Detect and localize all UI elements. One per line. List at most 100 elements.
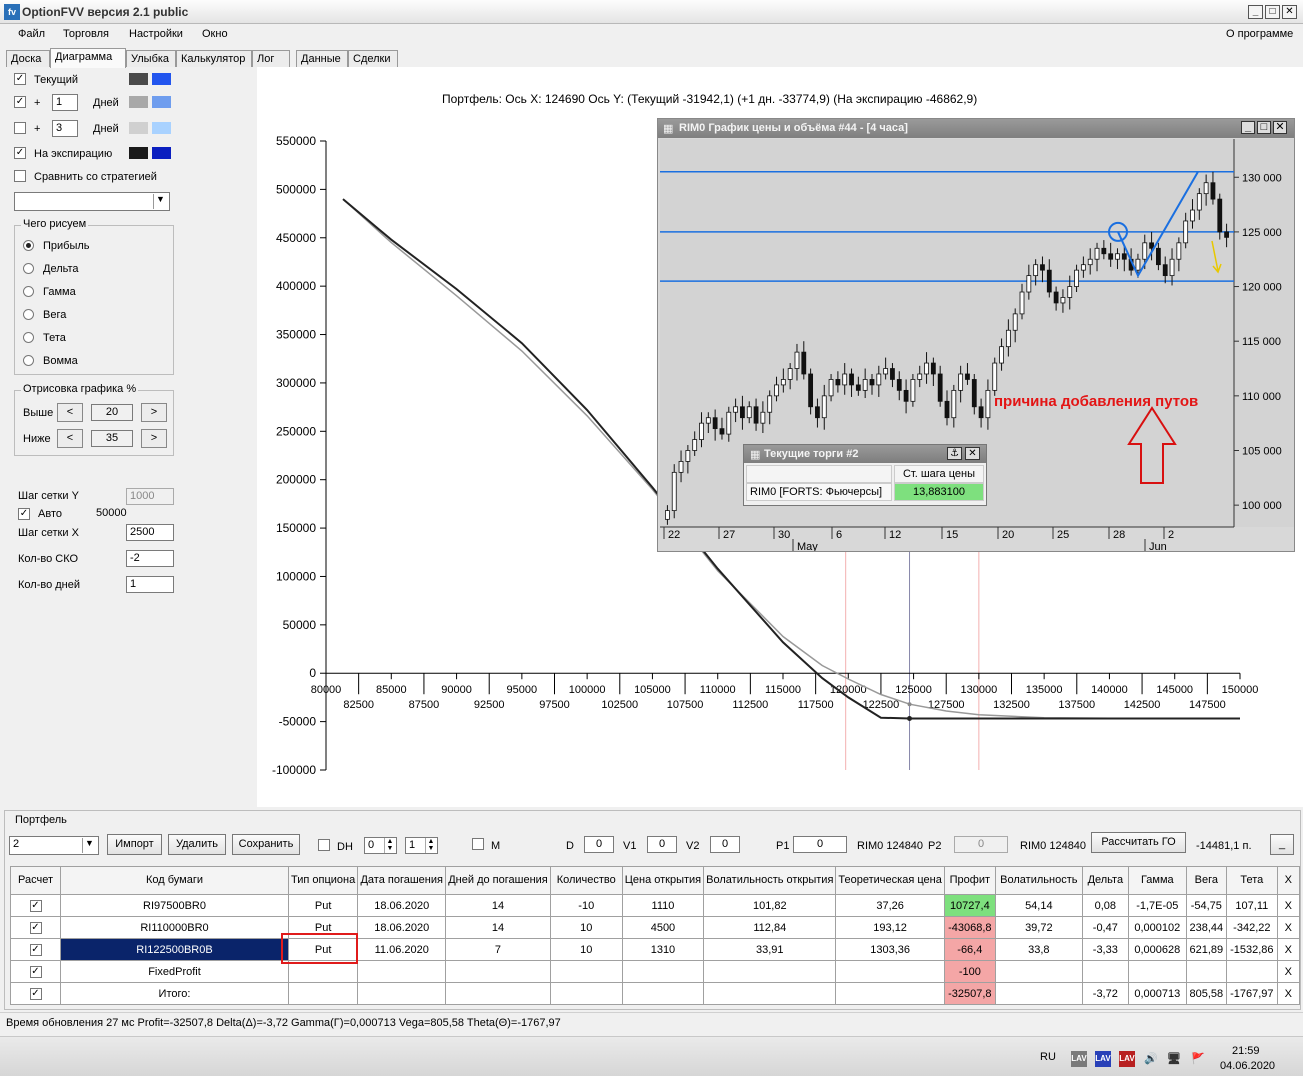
current-trades-titlebar[interactable]: ▦ Текущие торги #2 ⚓ ✕ — [744, 445, 986, 463]
plus1-days-input[interactable]: 1 — [52, 94, 78, 111]
col-open-vol[interactable]: Волатильность открытия — [703, 866, 837, 895]
spin-arrows-icon[interactable]: ▲ ▼ — [425, 838, 436, 853]
portfolio-select[interactable]: 2 ▼ — [9, 836, 99, 855]
col-calc[interactable]: Расчет — [10, 866, 61, 895]
col-expiry-date[interactable]: Дата погашения — [357, 866, 447, 895]
table-row[interactable]: ✓ FixedProfit -100 X — [10, 960, 1300, 983]
row-remove-button[interactable]: X — [1276, 938, 1300, 961]
row-calc-checkbox[interactable]: ✓ — [10, 916, 61, 939]
import-button[interactable]: Импорт — [107, 834, 162, 855]
tab-deals[interactable]: Сделки — [348, 50, 398, 67]
spin-arrows-icon[interactable]: ▲ ▼ — [384, 838, 395, 853]
radio-gamma[interactable] — [23, 286, 34, 297]
lav-tray-icon[interactable]: LAV — [1071, 1051, 1087, 1067]
expiry-checkbox[interactable]: ✓ — [14, 147, 26, 159]
current-checkbox[interactable]: ✓ — [14, 73, 26, 85]
current-trades-popup[interactable]: ▦ Текущие торги #2 ⚓ ✕ Ст. шага цены RIM… — [743, 444, 987, 506]
col-days-left[interactable]: Дней до погашения — [445, 866, 551, 895]
below-input[interactable]: 35 — [91, 430, 133, 447]
save-button[interactable]: Сохранить — [232, 834, 300, 855]
current-color-swatch-2[interactable] — [152, 73, 171, 85]
dh-spin-2[interactable]: 1 ▲ ▼ — [405, 837, 438, 854]
menu-settings[interactable]: Настройки — [129, 28, 183, 40]
row-calc-checkbox[interactable]: ✓ — [10, 894, 61, 917]
lav-tray-icon-3[interactable]: LAV — [1119, 1051, 1135, 1067]
row-calc-checkbox[interactable]: ✓ — [10, 960, 61, 983]
dh-checkbox[interactable] — [318, 839, 330, 851]
below-decrease-button[interactable]: < — [57, 429, 83, 448]
tab-smile[interactable]: Улыбка — [126, 50, 176, 67]
checkbox[interactable]: ✓ — [29, 944, 42, 956]
p1-input[interactable]: 0 — [793, 836, 847, 853]
col-type[interactable]: Тип опциона — [287, 866, 359, 895]
lav-tray-icon-2[interactable]: LAV — [1095, 1051, 1111, 1067]
checkbox[interactable]: ✓ — [29, 966, 42, 978]
plus1-color-swatch[interactable] — [129, 96, 148, 108]
col-profit[interactable]: Профит — [943, 866, 996, 895]
delete-button[interactable]: Удалить — [168, 834, 226, 855]
menu-about[interactable]: О программе — [1226, 28, 1293, 40]
tab-calculator[interactable]: Калькулятор — [176, 50, 252, 67]
grid-x-input[interactable]: 2500 — [126, 524, 174, 541]
current-color-swatch[interactable] — [129, 73, 148, 85]
network-icon[interactable]: 🖥 — [1166, 1051, 1182, 1067]
table-row[interactable]: ✓ RI97500BR0 Put 18.06.2020 14 -10 1110 101,82 3… — [10, 894, 1300, 917]
tab-board[interactable]: Доска — [6, 50, 50, 67]
radio-profit[interactable] — [23, 240, 34, 251]
radio-delta[interactable] — [23, 263, 34, 274]
table-row[interactable]: ✓ RI110000BR0 Put 18.06.2020 14 10 4500 112,84 1… — [10, 916, 1300, 939]
table-row[interactable]: ✓ Итого: -32507,8 -3,72 0,000713 805,58 -1767,… — [10, 982, 1300, 1005]
popup-close-button[interactable]: ✕ — [965, 447, 980, 460]
menu-file[interactable]: Файл — [18, 28, 45, 40]
below-increase-button[interactable]: > — [141, 429, 167, 448]
price-chart-titlebar[interactable]: ▦ RIM0 График цены и объёма #44 - [4 час… — [658, 119, 1294, 138]
row-calc-checkbox[interactable]: ✓ — [10, 982, 61, 1005]
minimize-button[interactable]: _ — [1248, 5, 1263, 19]
inner-minimize-button[interactable]: _ — [1241, 121, 1255, 134]
calc-margin-button[interactable]: Рассчитать ГО — [1091, 832, 1186, 853]
tab-diagram[interactable]: Диаграмма — [50, 48, 126, 68]
inner-close-button[interactable]: ✕ — [1273, 121, 1287, 134]
speaker-icon[interactable]: 🔊 — [1143, 1051, 1159, 1067]
plus2-days-input[interactable]: 3 — [52, 120, 78, 137]
strategy-select[interactable]: ▼ — [14, 192, 170, 211]
plus1-color-swatch-2[interactable] — [152, 96, 171, 108]
portfolio-minimize-button[interactable]: _ — [1270, 834, 1294, 855]
col-code[interactable]: Код бумаги — [60, 866, 289, 895]
sko-input[interactable]: -2 — [126, 550, 174, 567]
tab-log[interactable]: Лог — [252, 50, 290, 67]
col-vega[interactable]: Вега — [1185, 866, 1227, 895]
tab-data[interactable]: Данные — [296, 50, 348, 67]
checkbox[interactable]: ✓ — [29, 922, 42, 934]
plus1-checkbox[interactable]: ✓ — [14, 96, 26, 108]
p2-input[interactable]: 0 — [954, 836, 1008, 853]
above-input[interactable]: 20 — [91, 404, 133, 421]
menu-window[interactable]: Окно — [202, 28, 228, 40]
checkbox[interactable]: ✓ — [29, 900, 42, 912]
expiry-color-swatch[interactable] — [129, 147, 148, 159]
col-theor-price[interactable]: Теоретическая цена — [835, 866, 945, 895]
col-open-price[interactable]: Цена открытия — [621, 866, 705, 895]
v1-input[interactable]: 0 — [647, 836, 677, 853]
compare-checkbox[interactable] — [14, 170, 26, 182]
row-remove-button[interactable]: X — [1276, 894, 1300, 917]
days-count-input[interactable]: 1 — [126, 576, 174, 593]
radio-vomma[interactable] — [23, 355, 34, 366]
flag-icon[interactable]: 🚩 — [1190, 1051, 1206, 1067]
radio-theta[interactable] — [23, 332, 34, 343]
plus2-color-swatch-2[interactable] — [152, 122, 171, 134]
above-decrease-button[interactable]: < — [57, 403, 83, 422]
menu-trade[interactable]: Торговля — [63, 28, 109, 40]
row-remove-button[interactable]: X — [1276, 916, 1300, 939]
col-delta[interactable]: Дельта — [1081, 866, 1129, 895]
table-row[interactable]: ✓ RI122500BR0B Put 11.06.2020 7 10 1310 33,91 13… — [10, 938, 1300, 961]
grid-y-input[interactable]: 1000 — [126, 488, 174, 505]
auto-checkbox[interactable]: ✓ — [18, 508, 30, 520]
col-gamma[interactable]: Гамма — [1127, 866, 1187, 895]
row-remove-button[interactable]: X — [1276, 982, 1300, 1005]
above-increase-button[interactable]: > — [141, 403, 167, 422]
plus2-color-swatch[interactable] — [129, 122, 148, 134]
pin-icon[interactable]: ⚓ — [947, 447, 962, 460]
radio-vega[interactable] — [23, 309, 34, 320]
price-chart-window[interactable]: ▦ RIM0 График цены и объёма #44 - [4 час… — [657, 118, 1295, 552]
